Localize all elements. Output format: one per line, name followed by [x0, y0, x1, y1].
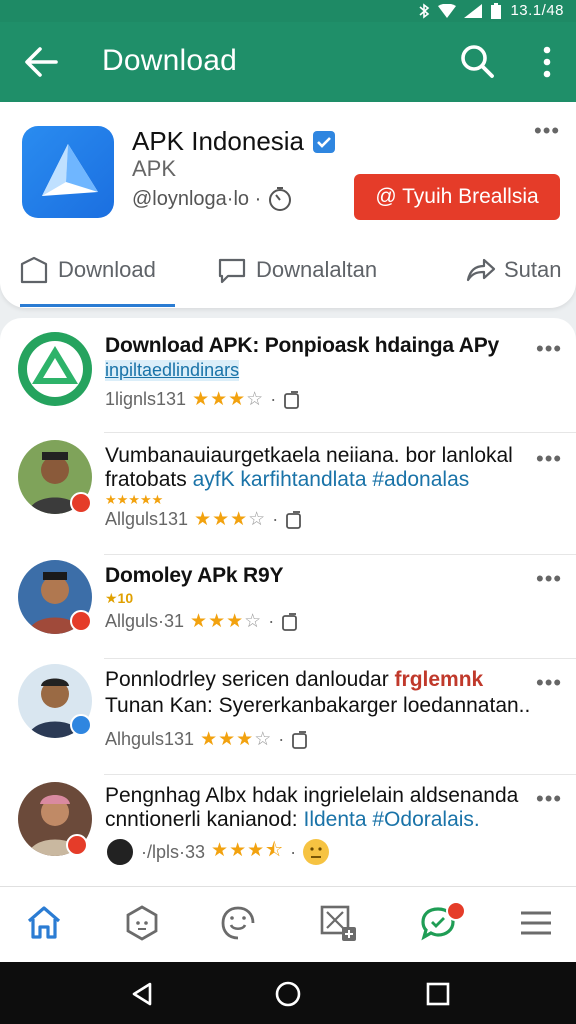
battery-icon — [491, 2, 502, 19]
list-item[interactable]: Vumbanauiaurgetkaela neiiana. bor lanlok… — [0, 432, 576, 554]
copy-icon[interactable] — [290, 730, 310, 750]
list-item[interactable]: Download APK: Ponpioask hdainga APy inpi… — [0, 318, 576, 432]
page-title: Download — [102, 44, 238, 77]
system-nav-bar — [0, 962, 576, 1024]
list-item[interactable]: Pengnhag Albx hdak ingrielelain aldsenan… — [0, 774, 576, 886]
status-bar: 13.1/48 — [0, 0, 576, 22]
status-badge — [70, 610, 92, 632]
tab-downalaltan[interactable]: Downalaltan — [216, 254, 377, 286]
item-title: Download APK: Ponpioask hdainga APy — [105, 334, 499, 357]
signal-icon — [464, 3, 483, 18]
tab-download[interactable]: Download — [18, 254, 156, 286]
verified-icon — [313, 130, 336, 153]
item-more-icon[interactable]: ••• — [536, 670, 562, 696]
item-line2: fratobats ayfK karfihtandlata #adonalas — [105, 468, 470, 491]
emoji-icon[interactable] — [302, 838, 330, 866]
item-meta: ·/lpls·33 ★★★⯪ · — [105, 836, 330, 868]
item-more-icon[interactable]: ••• — [536, 786, 562, 812]
home-outline-icon — [20, 256, 48, 284]
item-more-icon[interactable]: ••• — [536, 446, 562, 472]
item-meta: Allguls131 ★★★☆ · — [105, 508, 304, 531]
card-more-icon[interactable]: ••• — [534, 120, 562, 146]
item-meta: Alhguls131 ★★★☆ · — [105, 728, 310, 751]
bluetooth-icon — [419, 2, 430, 19]
mini-avatar — [105, 837, 135, 867]
search-icon[interactable] — [456, 40, 500, 84]
timer-icon — [269, 187, 292, 211]
item-rating-row: ★★★★★ — [105, 492, 164, 507]
rating-stars: ★★★☆ — [200, 729, 273, 750]
list-item[interactable]: Domoley APk R9Y ★10 Allguls·31 ★★★☆ · ••… — [0, 554, 576, 658]
smiley-icon[interactable] — [218, 903, 258, 943]
copy-icon[interactable] — [280, 612, 300, 632]
nav-recents-icon[interactable] — [424, 980, 452, 1008]
copy-icon[interactable] — [282, 390, 302, 410]
copy-icon[interactable] — [284, 510, 304, 530]
green-triangle-logo-icon — [27, 341, 83, 397]
app-bar: Download — [0, 22, 576, 102]
app-avatar — [18, 332, 92, 406]
verified-badge — [70, 714, 92, 736]
item-title: Pengnhag Albx hdak ingrielelain aldsenan… — [105, 784, 519, 807]
item-more-icon[interactable]: ••• — [536, 566, 562, 592]
item-title: Vumbanauiaurgetkaela neiiana. bor lanlok… — [105, 444, 513, 467]
item-meta: 1lignls131 ★★★☆ · — [105, 388, 302, 411]
status-badge — [66, 834, 88, 856]
more-vert-icon[interactable] — [530, 40, 564, 84]
item-line2: Tunan Kan: Syererkanbakarger loedannatan… — [105, 694, 531, 717]
rating-stars: ★★★☆ — [194, 509, 267, 530]
nav-home-icon[interactable] — [274, 980, 302, 1008]
notification-badge — [446, 901, 466, 921]
triangle-logo-icon — [42, 144, 98, 196]
feed-list[interactable]: Download APK: Ponpioask hdainga APy inpi… — [0, 318, 576, 886]
hexagon-icon[interactable] — [122, 903, 162, 943]
item-more-icon[interactable]: ••• — [536, 336, 562, 362]
share-icon — [466, 258, 496, 282]
image-x-icon[interactable] — [318, 903, 358, 943]
tab-bar: Download Downalaltan Sutan — [0, 248, 576, 300]
item-subline[interactable]: inpiltaedlindinars — [105, 360, 240, 381]
list-item[interactable]: Ponnlodrley sericen danloudar frglemnk T… — [0, 658, 576, 774]
back-arrow-icon[interactable] — [20, 40, 64, 84]
rating-stars: ★★★☆ — [192, 389, 265, 410]
app-subtitle: APK — [132, 156, 177, 181]
status-time: 13.1/48 — [510, 2, 564, 19]
item-title: Domoley APk R9Y — [105, 564, 284, 587]
tab-indicator — [20, 304, 175, 307]
rating-stars: ★★★⯪ — [211, 840, 285, 861]
app-name: APK Indonesia — [132, 126, 336, 157]
wifi-icon — [438, 3, 457, 18]
app-icon — [22, 126, 114, 218]
item-title: Ponnlodrley sericen danloudar frglemnk — [105, 668, 484, 691]
item-rating-row: ★10 — [105, 590, 134, 606]
status-badge — [70, 492, 92, 514]
nav-back-icon[interactable] — [128, 980, 156, 1008]
menu-icon[interactable] — [516, 903, 556, 943]
bottom-nav — [0, 886, 576, 962]
comment-icon — [218, 258, 246, 284]
item-meta: Allguls·31 ★★★☆ · — [105, 610, 300, 633]
status-icons: 13.1/48 — [418, 2, 564, 19]
tab-sutan[interactable]: Sutan — [464, 254, 562, 286]
item-line2: cnntionerli kanianod: Ildenta #Odoralais… — [105, 808, 480, 831]
install-button[interactable]: @ Tyuih Breallsia — [354, 174, 560, 220]
app-developer: @loynloga·lo · — [132, 186, 293, 212]
app-card: APK Indonesia APK @loynloga·lo · ••• @ T… — [0, 102, 576, 308]
home-icon[interactable] — [24, 903, 64, 943]
rating-stars: ★★★☆ — [190, 611, 263, 632]
